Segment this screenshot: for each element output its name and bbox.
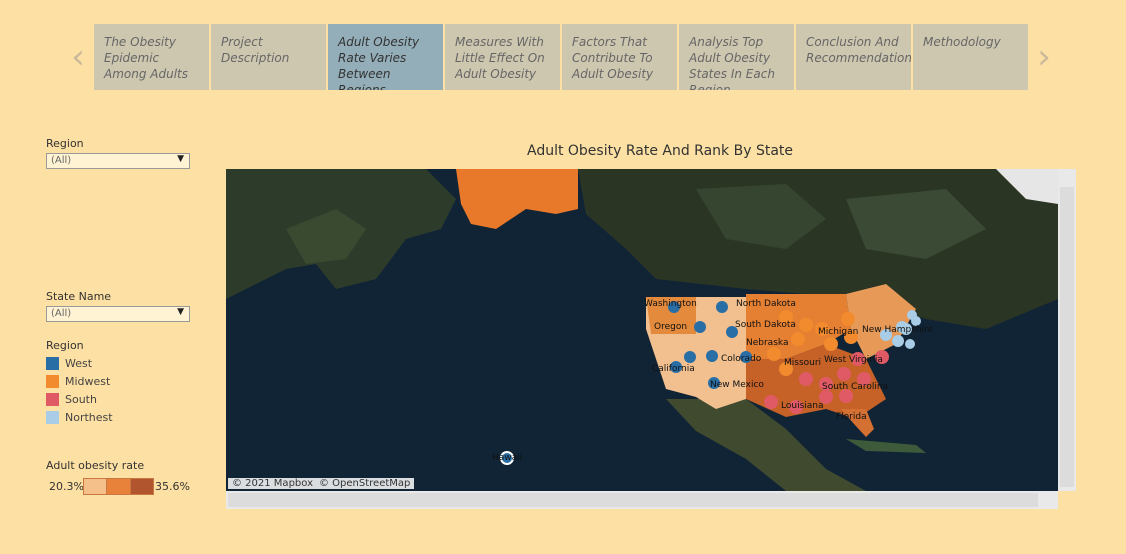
- story-tab-7[interactable]: Conclusion And Recommendations: [796, 24, 911, 90]
- chevron-down-icon: ▼: [177, 154, 184, 164]
- state-label-hawaii: Hawaii: [492, 453, 523, 463]
- state-label-south-dakota: South Dakota: [735, 320, 796, 330]
- map-vertical-scrollbar[interactable]: [1058, 169, 1076, 491]
- region-legend-item-midwest[interactable]: Midwest: [46, 374, 110, 388]
- region-filter-dropdown[interactable]: (All) ▼: [46, 153, 190, 169]
- state-label-michigan: Michigan: [818, 327, 859, 337]
- state-label-louisiana: Louisiana: [781, 401, 824, 411]
- story-tab-6[interactable]: Analysis Top Adult Obesity States In Eac…: [679, 24, 794, 90]
- region-legend-item-northest[interactable]: Northest: [46, 410, 113, 424]
- gradient-step-low: [83, 478, 108, 495]
- mapbox-attribution[interactable]: © 2021 Mapbox: [232, 478, 313, 489]
- state-filter-title: State Name: [46, 290, 112, 303]
- map-horizontal-scrollbar[interactable]: [226, 491, 1058, 509]
- legend-swatch: [46, 356, 59, 370]
- obesity-rate-min: 20.3%: [49, 480, 84, 493]
- gradient-step-mid: [106, 478, 131, 495]
- chevron-down-icon: ▼: [177, 307, 184, 317]
- state-filter-dropdown[interactable]: (All) ▼: [46, 306, 190, 322]
- legend-label: Midwest: [65, 374, 111, 388]
- state-label-colorado: Colorado: [721, 354, 762, 364]
- state-filter-value: (All): [51, 308, 72, 319]
- state-label-florida: Florida: [836, 412, 867, 422]
- story-tabs: The Obesity Epidemic Among Adults Project…: [94, 24, 1030, 90]
- state-bubbles: [500, 301, 921, 465]
- state-label-south-carolina: South Carolina: [822, 382, 889, 392]
- obesity-rate-gradient: [83, 478, 154, 495]
- map-canvas[interactable]: Washington Oregon California North Dakota So…: [226, 169, 1058, 491]
- story-tab-1[interactable]: The Obesity Epidemic Among Adults: [94, 24, 209, 90]
- previous-story-arrow-icon[interactable]: ‹: [66, 37, 90, 77]
- legend-label: South: [65, 392, 97, 406]
- map-attribution: © 2021 Mapbox © OpenStreetMap: [228, 478, 415, 489]
- state-label-north-dakota: North Dakota: [736, 299, 796, 309]
- obesity-rate-max: 35.6%: [155, 480, 190, 493]
- state-label-missouri: Missouri: [784, 358, 822, 368]
- region-filter-value: (All): [51, 155, 72, 166]
- state-label-oregon: Oregon: [654, 322, 688, 332]
- obesity-rate-legend-title: Adult obesity rate: [46, 459, 145, 472]
- region-legend-title: Region: [46, 339, 84, 352]
- state-label-washington: Washington: [644, 299, 697, 309]
- osm-attribution[interactable]: © OpenStreetMap: [319, 478, 410, 489]
- story-tab-2[interactable]: Project Description: [211, 24, 326, 90]
- legend-swatch: [46, 392, 59, 406]
- gradient-step-high: [129, 478, 154, 495]
- legend-swatch: [46, 374, 59, 388]
- story-tab-5[interactable]: Factors That Contribute To Adult Obesity: [562, 24, 677, 90]
- map-viewport[interactable]: Washington Oregon California North Dakota So…: [226, 169, 1076, 509]
- state-label-new-mexico: New Mexico: [710, 380, 764, 390]
- state-label-west-virginia: West Virginia: [824, 355, 883, 365]
- story-tab-4[interactable]: Measures With Little Effect On Adult Obe…: [445, 24, 560, 90]
- region-filter-title: Region: [46, 137, 84, 150]
- story-tab-8[interactable]: Methodology: [913, 24, 1028, 90]
- state-label-nebraska: Nebraska: [746, 338, 789, 348]
- region-legend-item-south[interactable]: South: [46, 392, 97, 406]
- region-legend-item-west[interactable]: West: [46, 356, 92, 370]
- state-label-california: California: [652, 364, 695, 374]
- map-title: Adult Obesity Rate And Rank By State: [526, 143, 793, 159]
- legend-swatch: [46, 410, 59, 424]
- legend-label: Northest: [65, 410, 113, 424]
- story-tab-3[interactable]: Adult Obesity Rate Varies Between Region…: [328, 24, 443, 90]
- next-story-arrow-icon[interactable]: ›: [1032, 37, 1056, 77]
- state-label-new-hampshire: New Hampshire: [862, 325, 934, 335]
- legend-label: West: [65, 356, 93, 370]
